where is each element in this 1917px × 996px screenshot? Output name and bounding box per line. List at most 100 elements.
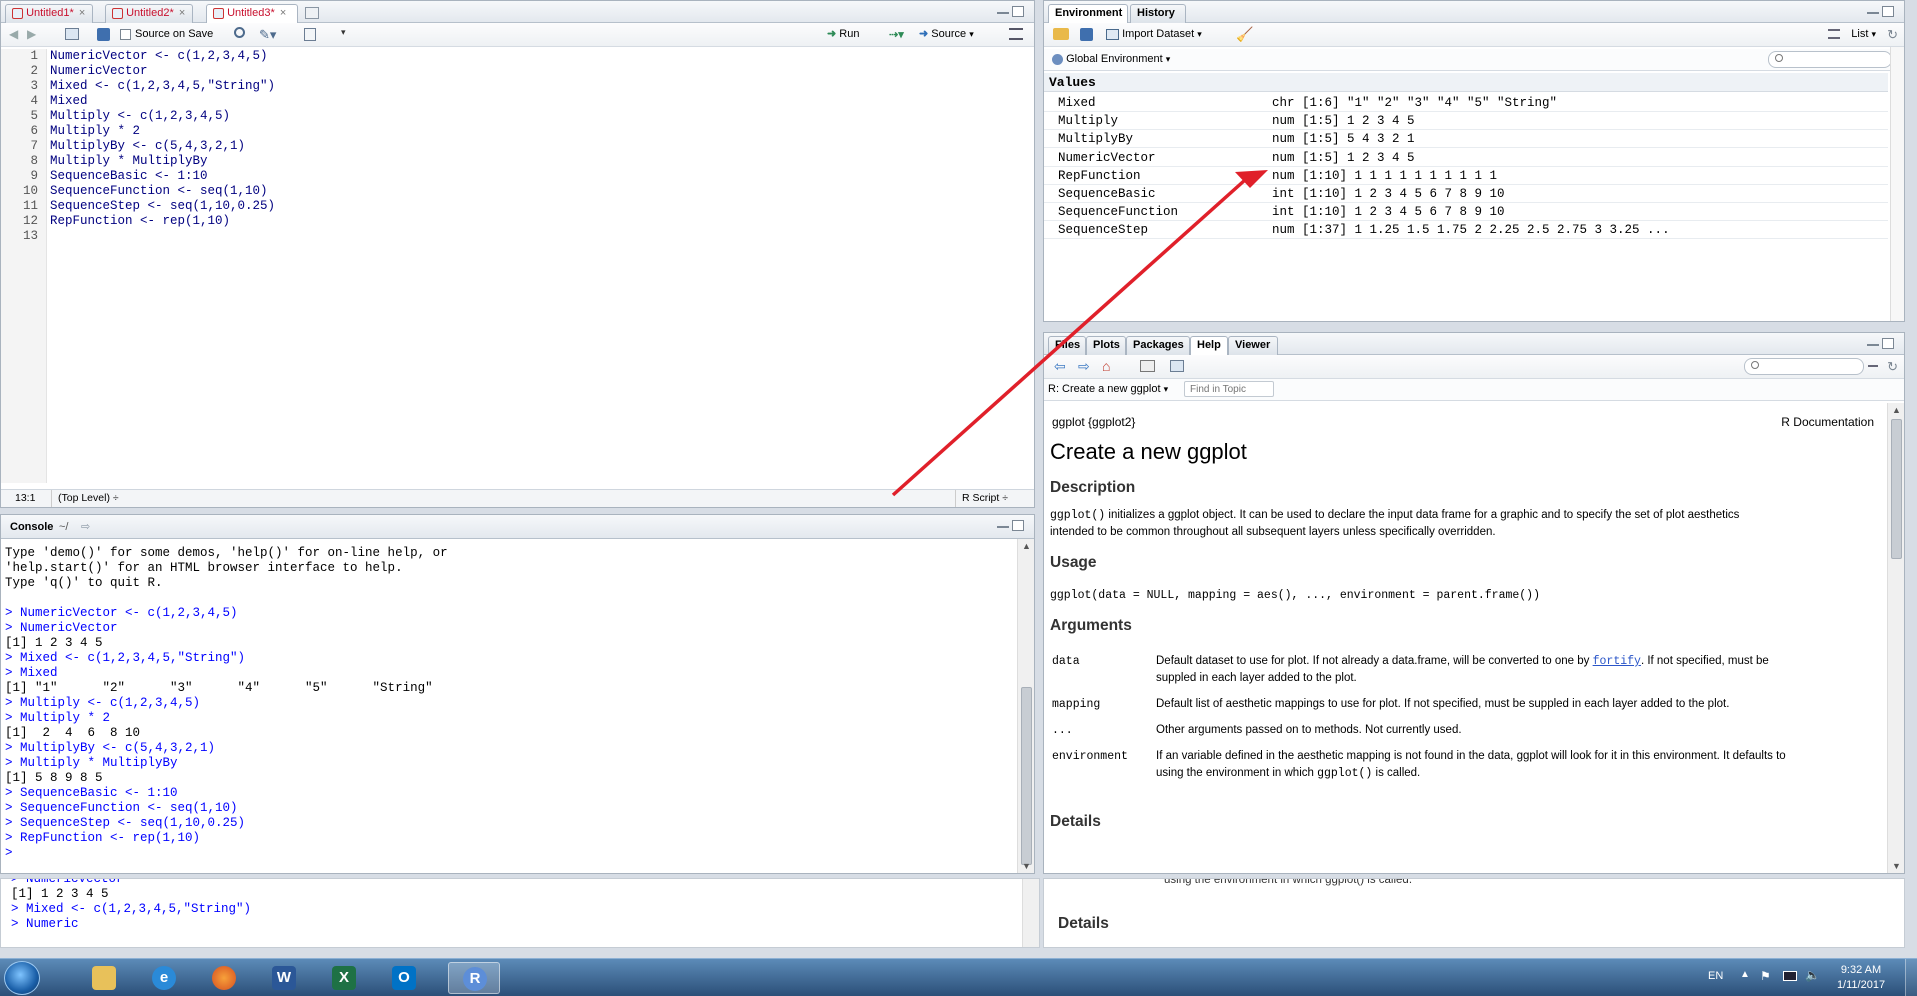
source-button[interactable]: ➜ Source ▾	[919, 27, 974, 40]
taskbar-rstudio[interactable]: R	[448, 962, 500, 994]
minimize-icon[interactable]	[997, 6, 1009, 14]
scroll-down-icon[interactable]: ▼	[1892, 861, 1901, 871]
volume-icon[interactable]: 🔈	[1805, 968, 1820, 982]
show-in-window-icon[interactable]	[65, 28, 79, 40]
code-tools-wand-icon[interactable]: ✎▾	[259, 27, 276, 43]
clear-search-icon[interactable]	[1868, 365, 1878, 367]
scroll-down-icon[interactable]: ▼	[1022, 861, 1031, 871]
search-icon[interactable]	[234, 27, 245, 38]
compile-report-icon[interactable]	[304, 28, 316, 41]
scope-selector[interactable]: (Top Level) ÷	[51, 490, 119, 507]
close-icon[interactable]: ×	[280, 7, 286, 19]
minimize-icon[interactable]	[1867, 6, 1879, 14]
minimize-icon[interactable]	[997, 520, 1009, 528]
help-search-input[interactable]	[1744, 358, 1864, 375]
save-icon[interactable]	[97, 28, 110, 41]
taskbar-explorer[interactable]	[78, 962, 130, 994]
maximize-icon[interactable]	[1012, 6, 1024, 17]
taskbar-excel[interactable]: X	[318, 962, 370, 994]
options-dropdown-icon[interactable]: ▾	[341, 27, 346, 38]
search-icon	[1751, 361, 1759, 369]
tab-label: Untitled3*	[227, 7, 275, 19]
forward-arrow-icon[interactable]: ▶	[27, 27, 36, 41]
topic-dropdown[interactable]: R: Create a new ggplot ▾	[1048, 383, 1168, 395]
home-icon[interactable]: ⌂	[1102, 358, 1110, 374]
tab-untitled3[interactable]: Untitled3* ×	[206, 4, 298, 24]
tab-plots[interactable]: Plots	[1086, 336, 1126, 355]
env-search-input[interactable]	[1768, 51, 1892, 68]
tab-files[interactable]: Files	[1048, 336, 1086, 355]
code-line: SequenceFunction <- seq(1,10)	[50, 184, 268, 198]
go-to-directory-icon[interactable]: ⇨	[81, 520, 90, 533]
show-hidden-icons[interactable]: ▲	[1740, 969, 1750, 980]
env-value-row[interactable]: Mixed chr [1:6] "1" "2" "3" "4" "5" "Stri…	[1044, 94, 1888, 112]
console-output[interactable]: Type 'demo()' for some demos, 'help()' f…	[5, 546, 1014, 861]
document-outline-icon[interactable]	[1009, 28, 1023, 40]
maximize-icon[interactable]	[1882, 6, 1894, 17]
tab-untitled2[interactable]: Untitled2* ×	[105, 4, 193, 23]
maximize-icon[interactable]	[1012, 520, 1024, 531]
refresh-icon[interactable]: ↻	[1887, 359, 1898, 375]
env-value-row[interactable]: SequenceFunction int [1:10] 1 2 3 4 5 6 7…	[1044, 203, 1888, 222]
console-input-line: > RepFunction <- rep(1,10)	[5, 831, 201, 845]
console-input-line: > SequenceStep <- seq(1,10,0.25)	[5, 816, 246, 830]
print-icon[interactable]	[1140, 360, 1155, 372]
taskbar-ie[interactable]: e	[138, 962, 190, 994]
env-value-row[interactable]: RepFunction num [1:10] 1 1 1 1 1 1 1 1 1 …	[1044, 167, 1888, 185]
console-scrollbar[interactable]: ▲ ▼	[1017, 539, 1034, 873]
clock[interactable]: 9:32 AM 1/11/2017	[1836, 963, 1886, 993]
tab-viewer[interactable]: Viewer	[1228, 336, 1278, 355]
scrollbar-thumb[interactable]	[1021, 687, 1032, 865]
open-folder-icon[interactable]	[1053, 28, 1069, 40]
env-scrollbar[interactable]	[1890, 47, 1904, 321]
env-value-row[interactable]: MultiplyBy num [1:5] 5 4 3 2 1	[1044, 130, 1888, 149]
rerun-icon[interactable]: ⇢▾	[889, 28, 904, 41]
tab-overflow-icon[interactable]	[305, 7, 319, 19]
flag-icon[interactable]: ⚑	[1760, 969, 1771, 983]
env-value-row[interactable]: Multiply num [1:5] 1 2 3 4 5	[1044, 112, 1888, 131]
env-value-row[interactable]: SequenceStep num [1:37] 1 1.25 1.5 1.75 2…	[1044, 221, 1888, 240]
minimize-icon[interactable]	[1867, 338, 1879, 346]
save-workspace-icon[interactable]	[1080, 28, 1093, 41]
tab-help[interactable]: Help	[1190, 336, 1228, 356]
import-dataset-button[interactable]: Import Dataset ▾	[1106, 28, 1202, 40]
find-in-topic-input[interactable]	[1184, 381, 1274, 397]
back-arrow-icon[interactable]: ⇦	[1054, 358, 1066, 375]
file-type-selector[interactable]: R Script ÷	[954, 490, 1008, 507]
run-button[interactable]: ➜ Run	[827, 27, 859, 40]
forward-arrow-icon[interactable]: ⇨	[1078, 358, 1090, 375]
refresh-icon[interactable]: ↻	[1887, 27, 1898, 43]
back-arrow-icon[interactable]: ◀	[9, 27, 18, 41]
scrollbar-thumb[interactable]	[1891, 419, 1902, 559]
list-view-icon[interactable]	[1828, 29, 1840, 39]
scroll-up-icon[interactable]: ▲	[1022, 541, 1031, 551]
env-value-row[interactable]: NumericVector num [1:5] 1 2 3 4 5	[1044, 149, 1888, 167]
env-value-row[interactable]: SequenceBasic int [1:10] 1 2 3 4 5 6 7 8 …	[1044, 185, 1888, 203]
close-icon[interactable]: ×	[179, 7, 185, 19]
taskbar-firefox[interactable]	[198, 962, 250, 994]
help-scrollbar[interactable]: ▲ ▼	[1887, 403, 1904, 873]
tab-untitled1[interactable]: Untitled1* ×	[5, 4, 93, 23]
source-on-save-checkbox[interactable]	[120, 29, 131, 40]
console-input-line: > MultiplyBy <- c(5,4,3,2,1)	[5, 741, 216, 755]
broom-clear-icon[interactable]: 🧹	[1236, 26, 1253, 43]
start-button[interactable]	[4, 961, 40, 995]
close-icon[interactable]: ×	[79, 7, 85, 19]
scroll-up-icon[interactable]: ▲	[1892, 405, 1901, 415]
tab-environment[interactable]: Environment	[1048, 4, 1128, 24]
env-var-value: int [1:10] 1 2 3 4 5 6 7 8 9 10	[1272, 187, 1505, 201]
fortify-link[interactable]: fortify	[1593, 655, 1641, 668]
console-input-line: > Mixed <- c(1,2,3,4,5,"String")	[5, 651, 246, 665]
network-icon[interactable]	[1783, 971, 1797, 981]
taskbar-outlook[interactable]: O	[378, 962, 430, 994]
tab-packages[interactable]: Packages	[1126, 336, 1190, 355]
show-desktop-button[interactable]	[1905, 959, 1917, 996]
tab-history[interactable]: History	[1130, 4, 1186, 23]
maximize-icon[interactable]	[1882, 338, 1894, 349]
code-editor[interactable]: NumericVector <- c(1,2,3,4,5) NumericVect…	[50, 49, 1034, 483]
taskbar-word[interactable]: W	[258, 962, 310, 994]
show-in-window-icon[interactable]	[1170, 360, 1184, 372]
view-mode-dropdown[interactable]: List ▾	[1851, 28, 1876, 40]
language-indicator[interactable]: EN	[1708, 970, 1723, 982]
global-env-selector[interactable]: Global Environment ▾	[1052, 53, 1170, 65]
